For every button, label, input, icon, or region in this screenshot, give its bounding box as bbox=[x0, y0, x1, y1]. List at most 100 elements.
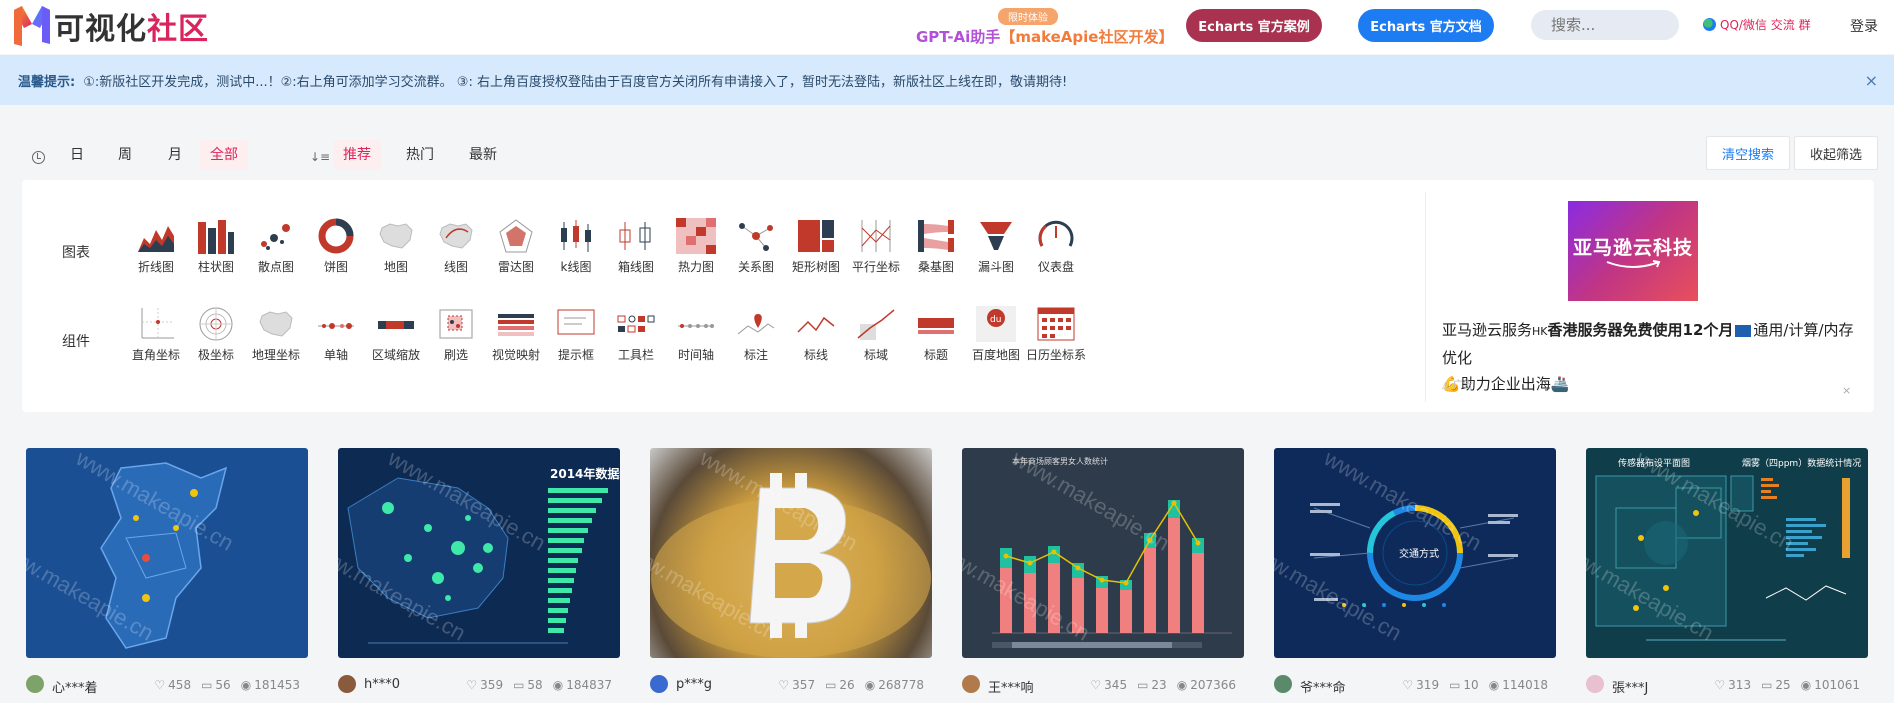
category-line[interactable]: 折线图 bbox=[126, 218, 186, 275]
tab-hot[interactable]: 热门 bbox=[396, 140, 444, 170]
category-graph[interactable]: 关系图 bbox=[726, 218, 786, 275]
work-card[interactable]: www.makeapie.cn www.makeapie.cn 心***着 ♡ 4… bbox=[26, 448, 308, 703]
component-tooltip[interactable]: 提示框 bbox=[546, 306, 606, 363]
component-markline[interactable]: 标线 bbox=[786, 306, 846, 363]
category-sankey[interactable]: 桑基图 bbox=[906, 218, 966, 275]
bar-chart-icon bbox=[198, 220, 234, 254]
like-count[interactable]: ♡ 458 bbox=[154, 678, 191, 692]
category-funnel[interactable]: 漏斗图 bbox=[966, 218, 1026, 275]
card-thumbnail[interactable]: 2014年数据统 www.makeapie.cn www.makeapie.cn bbox=[338, 448, 620, 658]
author-name[interactable]: 爷***命 bbox=[1300, 677, 1346, 696]
component-timeline[interactable]: 时间轴 bbox=[666, 306, 726, 363]
component-polar[interactable]: 极坐标 bbox=[186, 306, 246, 363]
top-header: 可视化社区 限时体验 GPT-Ai助手【makeApie社区开发】 Echart… bbox=[0, 0, 1894, 54]
qq-icon bbox=[1703, 18, 1716, 31]
author-name[interactable]: h***0 bbox=[364, 677, 400, 692]
clear-search-button[interactable]: 清空搜索 bbox=[1706, 136, 1790, 170]
category-radar[interactable]: 雷达图 bbox=[486, 218, 546, 275]
avatar[interactable] bbox=[650, 675, 668, 693]
category-bar[interactable]: 柱状图 bbox=[186, 218, 246, 275]
component-markarea[interactable]: 标域 bbox=[846, 306, 906, 363]
category-lines[interactable]: 线图 bbox=[426, 218, 486, 275]
tab-day[interactable]: 日 bbox=[60, 140, 94, 170]
svg-text:烟雾（四ppm）数据统计情况: 烟雾（四ppm）数据统计情况 bbox=[1742, 457, 1861, 469]
echarts-cases-button[interactable]: Echarts 官方案例 bbox=[1186, 9, 1322, 42]
ad-text[interactable]: 亚马逊云服务HK香港服务器免费使用12个月 通用/计算/内存优化 💪助力企业出海🚢 bbox=[1420, 317, 1860, 397]
component-title[interactable]: 标题 bbox=[906, 306, 966, 363]
component-brush[interactable]: 刷选 bbox=[426, 306, 486, 363]
card-thumbnail[interactable]: 本年商场顾客男女人数统计 www.makeapie.cn www.makeapi… bbox=[962, 448, 1244, 658]
markarea-icon bbox=[857, 309, 895, 340]
card-thumbnail[interactable]: 交通方式 www.makeapie.cn www.makeapie.cn bbox=[1274, 448, 1556, 658]
tab-recommend[interactable]: 推荐 bbox=[333, 140, 381, 170]
category-gauge[interactable]: 仪表盘 bbox=[1026, 218, 1086, 275]
ad-image[interactable]: 亚马逊云科技 bbox=[1568, 201, 1698, 301]
toolbox-icon bbox=[617, 315, 655, 333]
tab-month[interactable]: 月 bbox=[158, 140, 192, 170]
tab-week[interactable]: 周 bbox=[108, 140, 142, 170]
category-boxplot[interactable]: 箱线图 bbox=[606, 218, 666, 275]
category-parallel[interactable]: 平行坐标 bbox=[846, 218, 906, 275]
category-scatter[interactable]: 散点图 bbox=[246, 218, 306, 275]
avatar[interactable] bbox=[26, 675, 44, 693]
tab-all[interactable]: 全部 bbox=[200, 140, 248, 170]
card-thumbnail[interactable]: www.makeapie.cn www.makeapie.cn bbox=[650, 448, 932, 658]
gpt-assistant-link[interactable]: 限时体验 GPT-Ai助手【makeApie社区开发】 bbox=[916, 8, 1173, 48]
amazon-smile-icon bbox=[1606, 259, 1661, 268]
like-count[interactable]: ♡ 359 bbox=[466, 678, 503, 692]
avatar[interactable] bbox=[338, 675, 356, 693]
card-thumbnail[interactable]: www.makeapie.cn www.makeapie.cn bbox=[26, 448, 308, 658]
component-grid[interactable]: 直角坐标 bbox=[126, 306, 186, 363]
ad-close-icon[interactable]: × bbox=[1842, 384, 1851, 397]
work-card[interactable]: www.makeapie.cn www.makeapie.cn p***g ♡ 3… bbox=[650, 448, 932, 703]
avatar[interactable] bbox=[962, 675, 980, 693]
avatar[interactable] bbox=[1586, 675, 1604, 693]
comment-count: ▭ 58 bbox=[513, 678, 543, 692]
component-bmap[interactable]: du 百度地图 bbox=[966, 306, 1026, 363]
like-count[interactable]: ♡ 313 bbox=[1714, 678, 1751, 692]
login-link[interactable]: 登录 bbox=[1850, 16, 1878, 36]
work-card[interactable]: 本年商场顾客男女人数统计 www.makeapie.cn www.makeapi… bbox=[962, 448, 1244, 703]
card-thumbnail[interactable]: 传感器布设平面图 烟雾（四ppm）数据统计情况 www.makeapie.cn … bbox=[1586, 448, 1868, 658]
component-visualmap[interactable]: 视觉映射 bbox=[486, 306, 546, 363]
component-geo[interactable]: 地理坐标 bbox=[246, 306, 306, 363]
search-input[interactable] bbox=[1531, 10, 1679, 40]
tab-latest[interactable]: 最新 bbox=[459, 140, 507, 170]
like-count[interactable]: ♡ 357 bbox=[778, 678, 815, 692]
component-datazoom[interactable]: 区域缩放 bbox=[366, 306, 426, 363]
avatar[interactable] bbox=[1274, 675, 1292, 693]
category-map[interactable]: 地图 bbox=[366, 218, 426, 275]
like-count[interactable]: ♡ 345 bbox=[1090, 678, 1127, 692]
site-logo[interactable]: 可视化社区 bbox=[12, 4, 209, 48]
lines-map-icon bbox=[439, 223, 473, 249]
category-heatmap[interactable]: 热力图 bbox=[666, 218, 726, 275]
work-card[interactable]: 传感器布设平面图 烟雾（四ppm）数据统计情况 www.makeapie.cn … bbox=[1586, 448, 1868, 703]
category-pie[interactable]: 饼图 bbox=[306, 218, 366, 275]
view-count: ◉ 184837 bbox=[552, 678, 612, 692]
component-single-axis[interactable]: 单轴 bbox=[306, 306, 366, 363]
component-markpoint[interactable]: 标注 bbox=[726, 306, 786, 363]
work-card[interactable]: 2014年数据统 www.makeapie.cn www.makeapie.cn… bbox=[338, 448, 620, 703]
title-icon bbox=[918, 318, 954, 334]
like-count[interactable]: ♡ 319 bbox=[1402, 678, 1439, 692]
author-name[interactable]: 王***响 bbox=[988, 677, 1034, 696]
collapse-filter-button[interactable]: 收起筛选 bbox=[1794, 136, 1878, 170]
scatter-chart-icon bbox=[261, 224, 290, 250]
parallel-icon bbox=[861, 220, 891, 252]
work-card[interactable]: 交通方式 www.makeapie.cn www.makeapie.cn 爷**… bbox=[1274, 448, 1556, 703]
author-name[interactable]: p***g bbox=[676, 677, 712, 692]
qq-group-link[interactable]: QQ/微信 交流 群 bbox=[1703, 16, 1811, 33]
heatmap-icon bbox=[676, 218, 716, 254]
treemap-icon bbox=[798, 220, 834, 252]
author-name[interactable]: 張***J bbox=[1612, 677, 1648, 696]
category-candlestick[interactable]: k线图 bbox=[546, 218, 606, 275]
echarts-docs-button[interactable]: Echarts 官方文档 bbox=[1358, 9, 1494, 42]
card-meta: 爷***命 ♡ 319 ▭ 10 ◉ 114018 bbox=[1274, 674, 1556, 696]
author-name[interactable]: 心***着 bbox=[52, 677, 98, 696]
category-treemap[interactable]: 矩形树图 bbox=[786, 218, 846, 275]
category-panel: 图表 组件 折线图 柱状图 散点图 饼图 地图 线图 雷达图 k线图 箱线图 热… bbox=[22, 180, 1874, 412]
close-icon[interactable]: × bbox=[1865, 71, 1878, 90]
component-calendar[interactable]: 日历坐标系 bbox=[1026, 306, 1086, 363]
markline-icon bbox=[797, 316, 835, 333]
component-toolbox[interactable]: 工具栏 bbox=[606, 306, 666, 363]
